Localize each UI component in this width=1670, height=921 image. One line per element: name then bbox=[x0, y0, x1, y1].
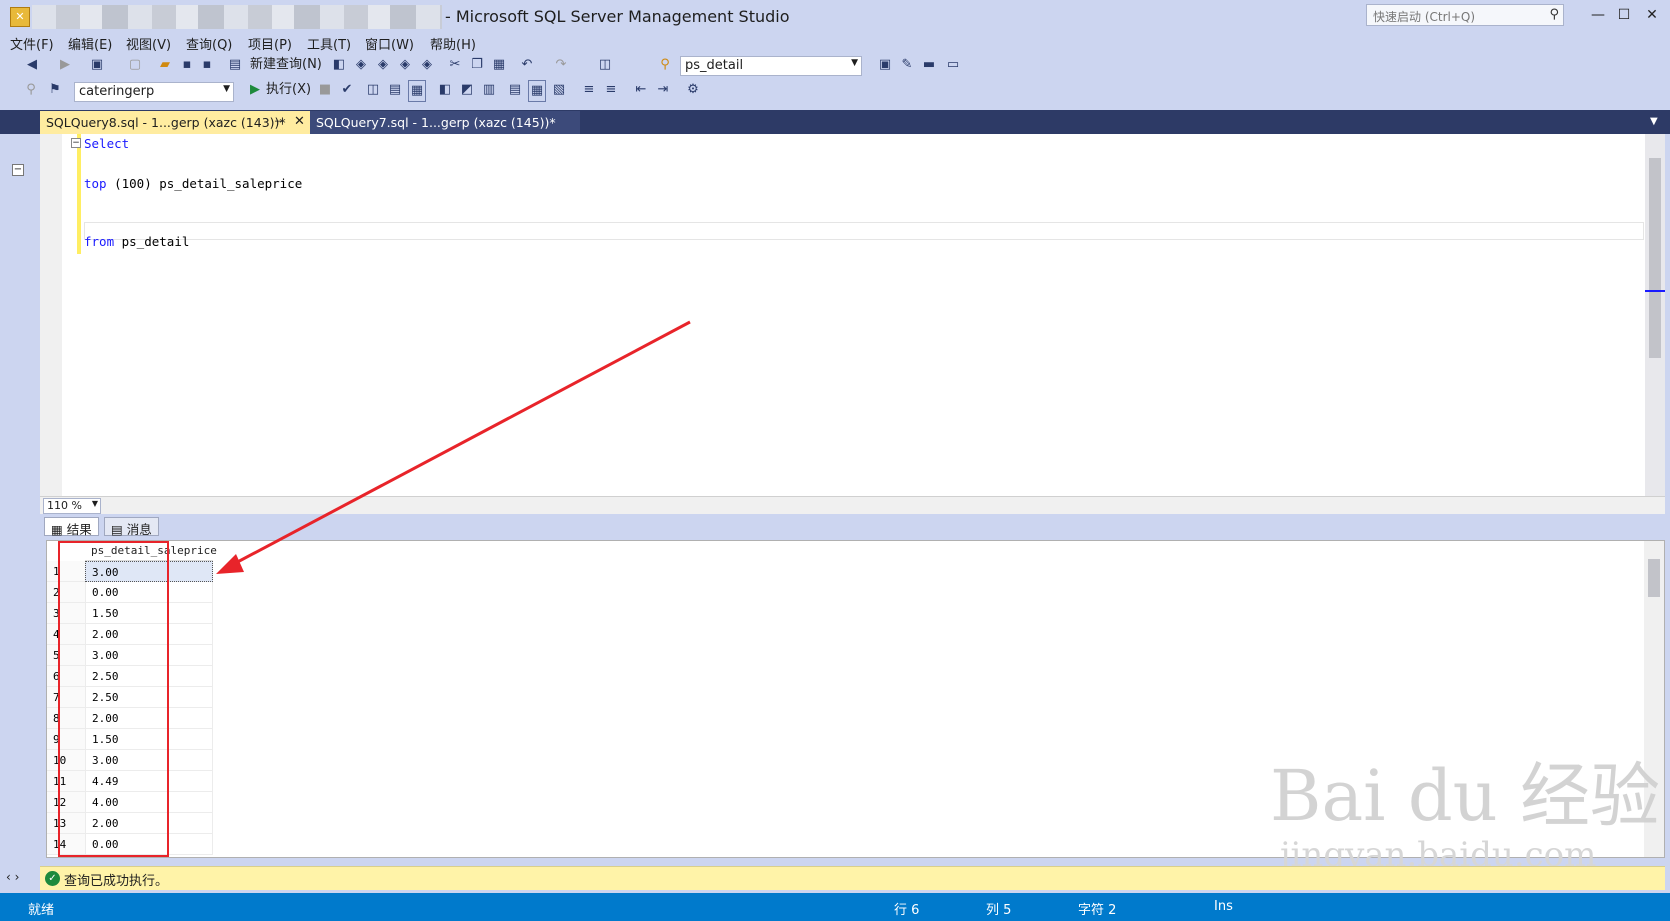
status-message: 查询已成功执行。 bbox=[64, 874, 169, 889]
query-status-bar: ✓ 查询已成功执行。 bbox=[40, 866, 1665, 890]
success-check-icon: ✓ bbox=[45, 871, 60, 886]
status-mode: Ins bbox=[1214, 899, 1233, 914]
status-ready: 就绪 bbox=[28, 903, 55, 918]
status-char: 字符 2 bbox=[1078, 903, 1117, 918]
status-col: 列 5 bbox=[986, 903, 1012, 918]
nav-arrows-icon[interactable]: ‹ › bbox=[6, 870, 19, 884]
status-bar: 就绪 行 6 列 5 字符 2 Ins bbox=[0, 893, 1670, 921]
status-row: 行 6 bbox=[894, 903, 920, 918]
